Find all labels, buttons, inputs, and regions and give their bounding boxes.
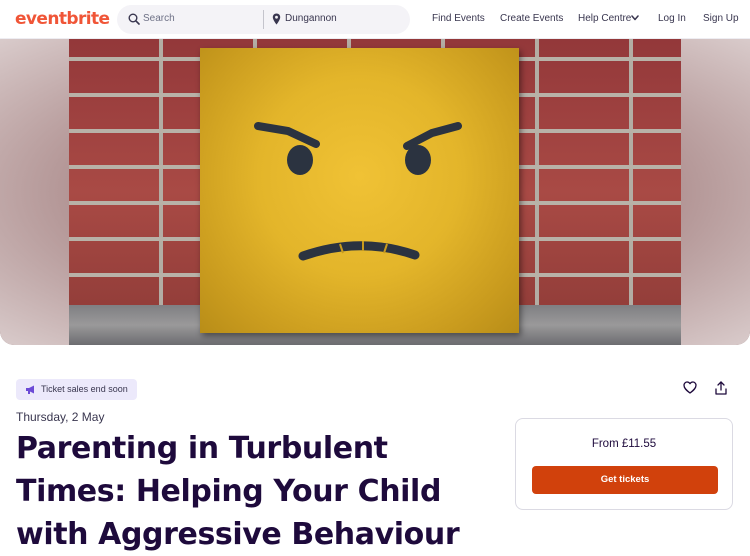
eventbrite-logo[interactable]: eventbrite: [15, 9, 110, 29]
badge-label: Ticket sales end soon: [41, 384, 128, 394]
top-nav-bar: eventbrite Search Dungannon Find Events …: [0, 0, 750, 39]
nav-help-centre[interactable]: Help Centre: [578, 13, 631, 24]
search-icon: [128, 13, 140, 25]
angry-face-drawing: [254, 122, 462, 261]
angry-face-board: [200, 48, 519, 333]
ticket-card: From £11.55 Get tickets: [515, 418, 733, 510]
nav-sign-up[interactable]: Sign Up: [703, 13, 739, 24]
search-divider: [263, 10, 264, 29]
event-hero-banner: [0, 39, 750, 345]
heart-icon[interactable]: [683, 381, 697, 394]
event-date: Thursday, 2 May: [16, 410, 105, 424]
ticket-sales-badge: Ticket sales end soon: [16, 379, 137, 400]
location-pin-icon: [272, 13, 281, 25]
nav-create-events[interactable]: Create Events: [500, 13, 563, 24]
megaphone-icon: [26, 385, 34, 394]
ticket-price: From £11.55: [591, 438, 657, 450]
search-input[interactable]: Search: [143, 13, 175, 24]
chevron-down-icon[interactable]: [631, 15, 639, 21]
nav-find-events[interactable]: Find Events: [432, 13, 485, 24]
event-hero-image: [69, 39, 681, 345]
share-icon[interactable]: [715, 381, 727, 395]
search-bar[interactable]: Search Dungannon: [117, 5, 410, 34]
get-tickets-button[interactable]: Get tickets: [532, 466, 718, 494]
event-title: Parenting in Turbulent Times: Helping Yo…: [16, 431, 460, 552]
nav-log-in[interactable]: Log In: [658, 13, 686, 24]
location-input[interactable]: Dungannon: [285, 13, 337, 24]
